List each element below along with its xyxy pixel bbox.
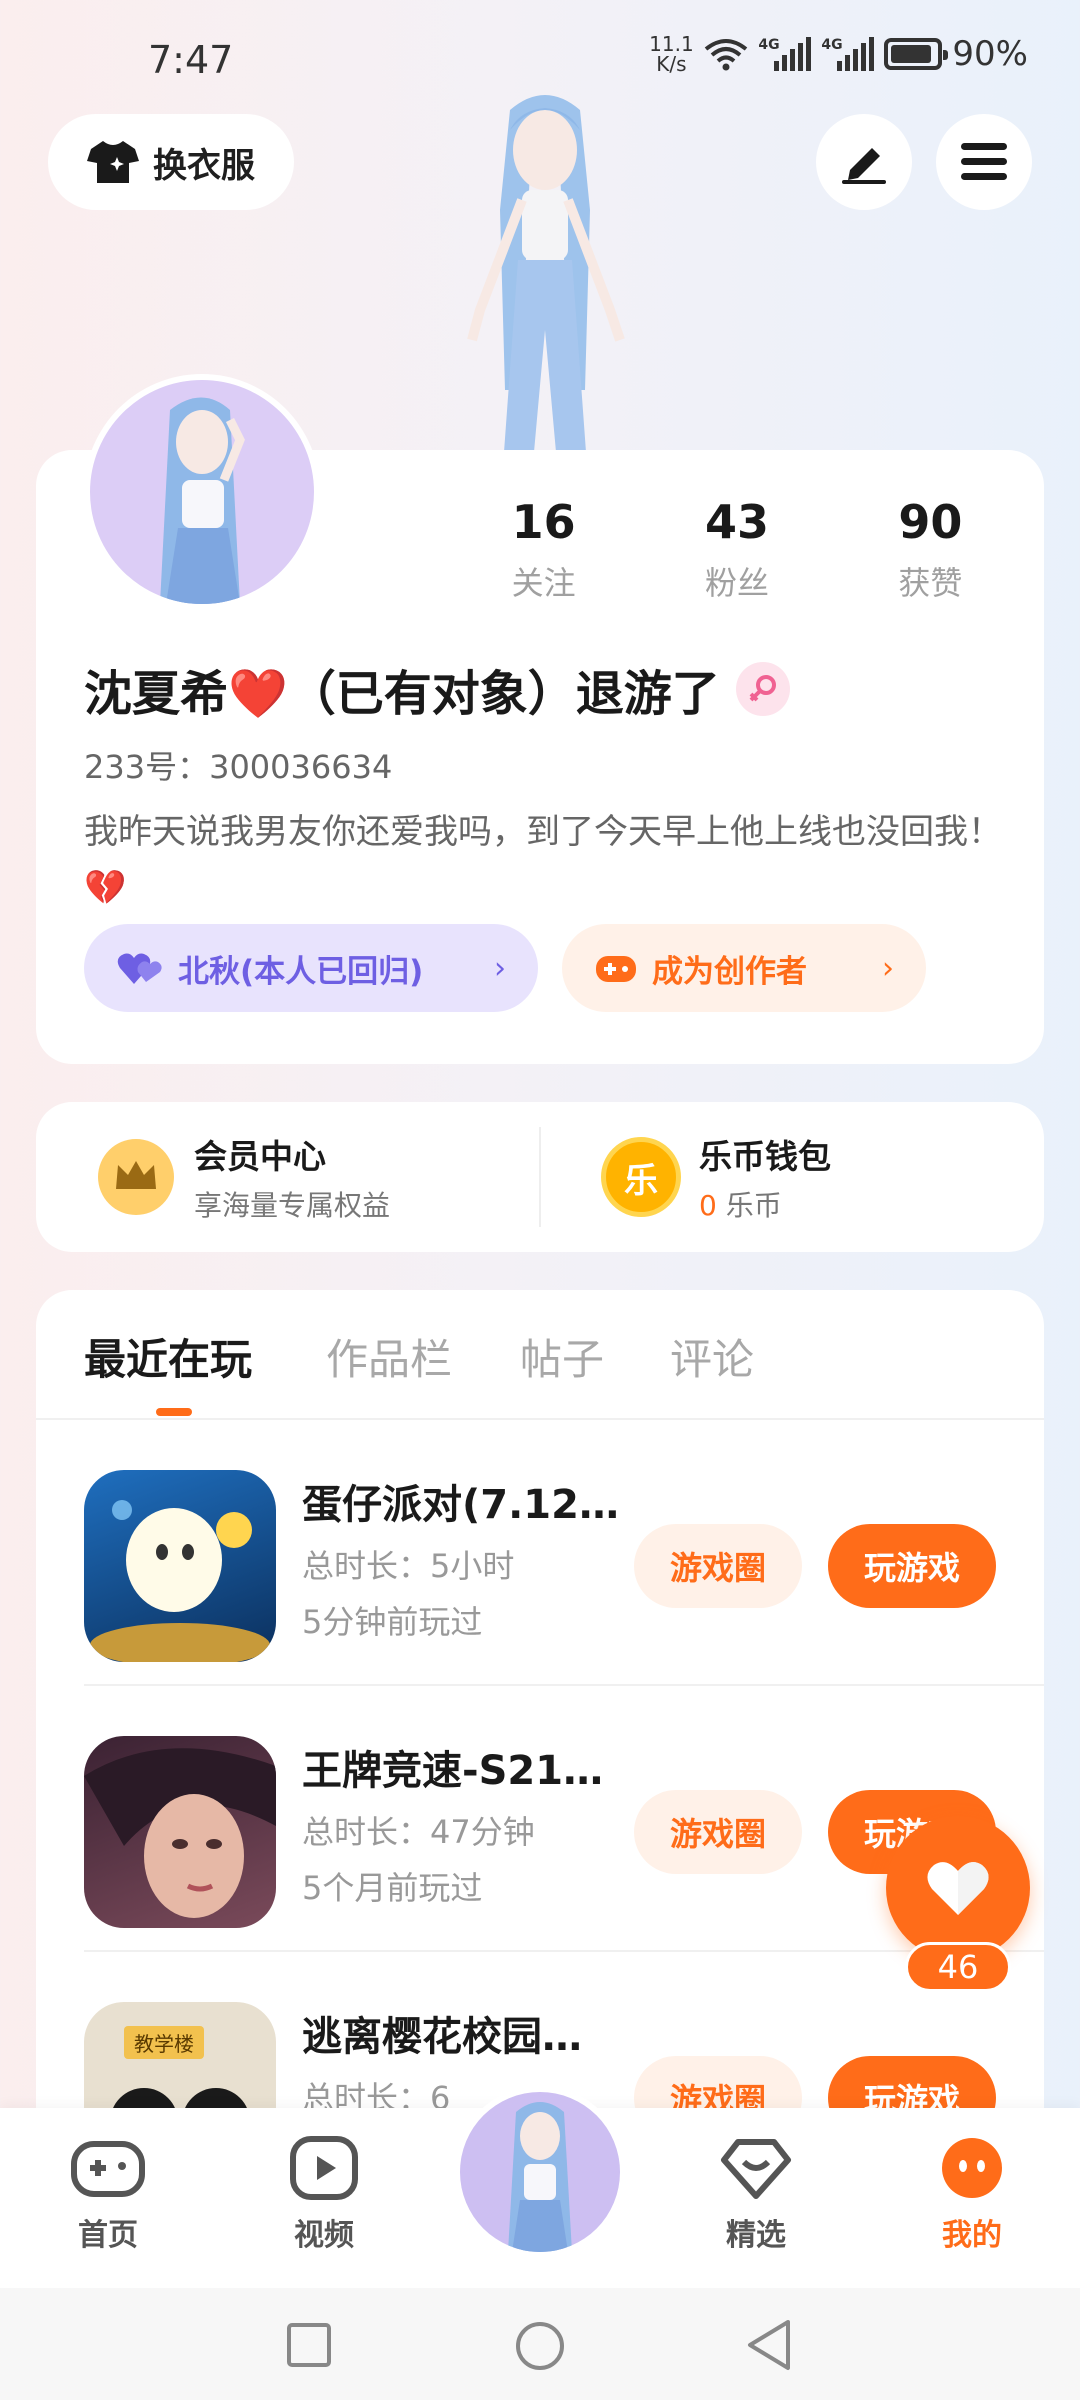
chevron-right-icon: › [494,950,506,986]
floating-like-button[interactable] [886,1816,1030,1960]
change-outfit-button[interactable]: 换衣服 [48,114,294,210]
nav-home[interactable]: 首页 [48,2136,168,2254]
couple-button[interactable]: 北秋(本人已回归) › [84,924,538,1012]
status-icons: 11.1 K/s 4G 4G 90% [648,34,1028,74]
tab-indicator [156,1408,192,1416]
coin-icon: 乐 [601,1137,681,1217]
game-circle-button[interactable]: 游戏圈 [634,1524,802,1608]
stat-following[interactable]: 16 关注 [444,492,643,604]
game-icon-eggy-party [84,1470,276,1662]
member-center[interactable]: 会员中心 享海量专属权益 [36,1130,539,1224]
system-navigation-bar [0,2288,1080,2400]
menu-button[interactable] [936,114,1032,210]
game-icon-ace-racer [84,1736,276,1928]
back-triangle-icon[interactable] [744,2318,794,2372]
stat-likes[interactable]: 90 获赞 [831,492,1030,604]
featured-icon [721,2139,791,2199]
gamepad-icon [71,2141,145,2197]
signal-icon-2: 4G [821,37,875,71]
avatar-figure [508,2102,572,2252]
recent-apps-icon[interactable] [286,2322,332,2368]
game-title: 王牌竞速-S21… [302,1748,604,1794]
battery-percent: 90% [952,34,1028,74]
game-title: 逃离樱花校园… [302,2014,582,2060]
profile-name: 沈夏希❤️（已有对象）退游了 [84,666,720,722]
status-time: 7:47 [148,38,234,82]
wifi-icon [705,39,748,71]
gamepad-plus-icon [596,956,636,982]
female-icon [735,662,790,716]
tab-posts[interactable]: 帖子 [520,1326,604,1387]
game-meta: 总时长：47分钟 5个月前玩过 [302,1813,535,1907]
battery-icon [884,38,949,70]
pen-icon [842,148,886,184]
wallet-card: 会员中心 享海量专属权益 乐 乐币钱包 0 乐币 [36,1102,1044,1252]
network-speed: 11.1 K/s [649,32,694,76]
coin-wallet[interactable]: 乐 乐币钱包 0 乐币 [541,1130,1044,1224]
double-heart-icon [117,953,162,984]
chevron-right-icon: › [882,950,894,986]
bottom-nav: 首页 视频 精选 我的 [0,2086,1080,2288]
profile-bio: 我昨天说我男友你还爱我吗，到了今天早上他上线也没回我！💔 [84,812,1002,908]
tab-comments[interactable]: 评论 [670,1326,754,1387]
avatar[interactable] [84,374,320,610]
avatar-3d-character[interactable] [410,90,680,452]
profile-stats: 16 关注 43 粉丝 90 获赞 [450,492,1030,604]
play-game-button[interactable]: 玩游戏 [828,1524,996,1608]
hamburger-icon [961,143,1007,180]
profile-face-icon [942,2138,1002,2198]
video-icon [290,2136,358,2200]
tab-recently-played[interactable]: 最近在玩 [84,1326,252,1387]
edit-profile-button[interactable] [816,114,912,210]
crown-icon [98,1139,174,1215]
content-tabs: 最近在玩 作品栏 帖子 评论 [36,1290,1044,1420]
signal-icon: 4G [758,37,812,71]
become-creator-button[interactable]: 成为创作者 › [562,924,926,1012]
game-row[interactable]: 蛋仔派对(7.12… 总时长：5小时 5分钟前玩过 游戏圈 玩游戏 [84,1420,1044,1686]
nav-video[interactable]: 视频 [264,2136,384,2254]
heart-icon [927,1862,989,1915]
nav-featured[interactable]: 精选 [696,2136,816,2254]
avatar-figure [160,397,245,604]
shirt-icon [87,141,139,183]
nav-avatar-center[interactable] [454,2086,626,2258]
game-meta: 总时长：5小时 5分钟前玩过 [302,1547,515,1641]
game-circle-button[interactable]: 游戏圈 [634,1790,802,1874]
like-count-badge: 46 [905,1942,1011,1992]
home-circle-icon[interactable] [514,2320,566,2372]
stat-followers[interactable]: 43 粉丝 [637,492,836,604]
nav-me[interactable]: 我的 [912,2136,1032,2254]
game-title: 蛋仔派对(7.12… [302,1482,619,1528]
profile-uid: 233号：300036634 [84,748,393,786]
tab-works[interactable]: 作品栏 [326,1326,452,1387]
profile-name-row: 沈夏希❤️（已有对象）退游了 [84,654,790,724]
